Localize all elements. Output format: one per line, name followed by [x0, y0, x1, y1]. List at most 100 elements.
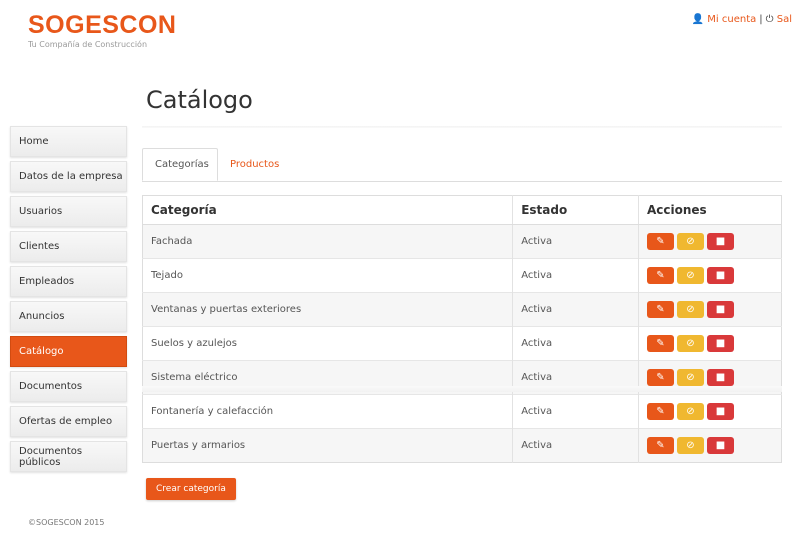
pencil-icon: ✎	[656, 270, 665, 281]
categories-table: Categoría Estado Acciones Fachada Activa…	[142, 195, 782, 463]
delete-button[interactable]: ■	[706, 301, 734, 318]
trash-icon: ■	[715, 440, 726, 451]
table-row: Fachada Activa ✎ ⊘ ■	[142, 224, 782, 259]
disable-button[interactable]: ⊘	[676, 369, 704, 386]
delete-button[interactable]: ■	[706, 267, 734, 284]
sidebar-item-public-documents[interactable]: Documentos públicos	[10, 441, 127, 472]
user-icon: 👤	[691, 14, 705, 25]
ban-icon: ⊘	[686, 270, 695, 281]
table-row: Ventanas y puertas exteriores Activa ✎ ⊘…	[142, 292, 782, 327]
edit-button[interactable]: ✎	[646, 369, 674, 386]
create-category-button[interactable]: Crear categoría	[146, 478, 236, 500]
tab-categories[interactable]: Categorías	[142, 148, 218, 181]
actions-cell: ✎ ⊘ ■	[638, 258, 782, 293]
trash-icon: ■	[715, 270, 726, 281]
pencil-icon: ✎	[656, 440, 665, 451]
category-cell: Ventanas y puertas exteriores	[142, 292, 514, 327]
trash-icon: ■	[715, 406, 726, 417]
sidebar-item-job-offers[interactable]: Ofertas de empleo	[10, 406, 127, 437]
tab-products[interactable]: Productos	[218, 148, 291, 181]
footer-copyright: ©SOGESCON 2015	[28, 518, 105, 527]
sidebar-item-users[interactable]: Usuarios	[10, 196, 127, 227]
trash-icon: ■	[715, 236, 726, 247]
table-row: Tejado Activa ✎ ⊘ ■	[142, 258, 782, 293]
status-cell: Activa	[512, 394, 639, 429]
disable-button[interactable]: ⊘	[676, 335, 704, 352]
delete-button[interactable]: ■	[706, 437, 734, 454]
divider	[142, 386, 782, 392]
status-cell: Activa	[512, 428, 639, 463]
tabs: Categorías Productos	[142, 148, 782, 182]
sidebar-item-home[interactable]: Home	[10, 126, 127, 157]
edit-button[interactable]: ✎	[646, 267, 674, 284]
top-links-separator: |	[759, 14, 763, 25]
ban-icon: ⊘	[686, 440, 695, 451]
pencil-icon: ✎	[656, 338, 665, 349]
delete-button[interactable]: ■	[706, 233, 734, 250]
table-row: Puertas y armarios Activa ✎ ⊘ ■	[142, 428, 782, 463]
status-cell: Activa	[512, 326, 639, 361]
sidebar-item-catalog[interactable]: Catálogo	[10, 336, 127, 367]
actions-cell: ✎ ⊘ ■	[638, 428, 782, 463]
ban-icon: ⊘	[686, 406, 695, 417]
actions-cell: ✎ ⊘ ■	[638, 224, 782, 259]
disable-button[interactable]: ⊘	[676, 403, 704, 420]
disable-button[interactable]: ⊘	[676, 437, 704, 454]
status-cell: Activa	[512, 224, 639, 259]
pencil-icon: ✎	[656, 406, 665, 417]
sidebar-item-company-data[interactable]: Datos de la empresa	[10, 161, 127, 192]
top-links: 👤 Mi cuenta | ⏻ Sal	[692, 14, 792, 25]
page-title: Catálogo	[146, 86, 253, 114]
sidebar-item-clients[interactable]: Clientes	[10, 231, 127, 262]
category-cell: Puertas y armarios	[142, 428, 514, 463]
sidebar-item-employees[interactable]: Empleados	[10, 266, 127, 297]
actions-cell: ✎ ⊘ ■	[638, 292, 782, 327]
edit-button[interactable]: ✎	[646, 335, 674, 352]
status-cell: Activa	[512, 292, 639, 327]
brand-name: SOGESCON	[28, 11, 177, 39]
trash-icon: ■	[715, 304, 726, 315]
header-category[interactable]: Categoría	[142, 195, 514, 225]
delete-button[interactable]: ■	[706, 335, 734, 352]
header-actions: Acciones	[638, 195, 782, 225]
edit-button[interactable]: ✎	[646, 403, 674, 420]
category-cell: Suelos y azulejos	[142, 326, 514, 361]
brand-tagline: Tu Compañía de Construcción	[28, 40, 148, 49]
sidebar-item-documents[interactable]: Documentos	[10, 371, 127, 402]
disable-button[interactable]: ⊘	[676, 301, 704, 318]
category-cell: Fontanería y calefacción	[142, 394, 514, 429]
brand: SOGESCON Tu Compañía de Construcción	[28, 12, 176, 49]
account-link[interactable]: Mi cuenta	[707, 14, 756, 25]
table-row: Suelos y azulejos Activa ✎ ⊘ ■	[142, 326, 782, 361]
delete-button[interactable]: ■	[706, 403, 734, 420]
power-icon: ⏻	[765, 14, 774, 25]
pencil-icon: ✎	[656, 236, 665, 247]
edit-button[interactable]: ✎	[646, 437, 674, 454]
main-panel: Categorías Productos Categoría Estado Ac…	[142, 126, 782, 500]
delete-button[interactable]: ■	[706, 369, 734, 386]
ban-icon: ⊘	[686, 304, 695, 315]
ban-icon: ⊘	[686, 372, 695, 383]
category-cell: Fachada	[142, 224, 514, 259]
pencil-icon: ✎	[656, 372, 665, 383]
divider	[142, 126, 782, 128]
edit-button[interactable]: ✎	[646, 301, 674, 318]
actions-cell: ✎ ⊘ ■	[638, 394, 782, 429]
sidebar-item-ads[interactable]: Anuncios	[10, 301, 127, 332]
table-row: Fontanería y calefacción Activa ✎ ⊘ ■	[142, 394, 782, 429]
table-header-row: Categoría Estado Acciones	[142, 195, 782, 225]
status-cell: Activa	[512, 258, 639, 293]
ban-icon: ⊘	[686, 236, 695, 247]
actions-cell: ✎ ⊘ ■	[638, 326, 782, 361]
header-status[interactable]: Estado	[512, 195, 639, 225]
trash-icon: ■	[715, 338, 726, 349]
pencil-icon: ✎	[656, 304, 665, 315]
category-cell: Tejado	[142, 258, 514, 293]
trash-icon: ■	[715, 372, 726, 383]
ban-icon: ⊘	[686, 338, 695, 349]
sidebar: Home Datos de la empresa Usuarios Client…	[10, 126, 127, 476]
disable-button[interactable]: ⊘	[676, 233, 704, 250]
disable-button[interactable]: ⊘	[676, 267, 704, 284]
logout-link[interactable]: Sal	[777, 14, 792, 25]
edit-button[interactable]: ✎	[646, 233, 674, 250]
